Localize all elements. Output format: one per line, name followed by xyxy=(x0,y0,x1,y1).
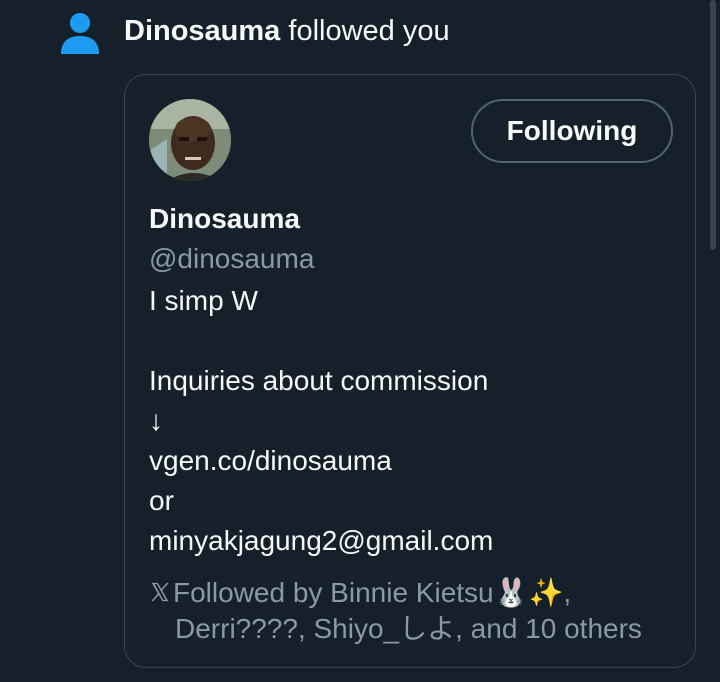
profile-bio: I simp W Inquiries about commission ↓ vg… xyxy=(149,281,679,561)
avatar-image xyxy=(149,99,231,181)
bio-line: or xyxy=(149,485,174,516)
followed-by[interactable]: Followed by Binnie Kietsu🐰✨, Derri????, … xyxy=(149,575,679,647)
bio-email: minyakjagung2@gmail.com xyxy=(149,525,494,556)
x-logo-icon xyxy=(151,582,169,602)
follow-notification[interactable]: Dinosauma followed you Following Dinosau… xyxy=(0,0,720,682)
notification-text: Dinosauma followed you xyxy=(124,12,450,50)
profile-display-name[interactable]: Dinosauma xyxy=(149,201,300,237)
bio-blank-line xyxy=(149,321,679,361)
bio-link[interactable]: vgen.co/dinosauma xyxy=(149,441,679,481)
bio-arrow: ↓ xyxy=(149,405,163,436)
profile-handle[interactable]: @dinosauma xyxy=(149,241,314,277)
avatar[interactable] xyxy=(149,99,231,181)
profile-card[interactable]: Following Dinosauma @dinosauma I simp W … xyxy=(124,74,696,668)
bio-line: I simp W xyxy=(149,285,258,316)
follower-name-link[interactable]: Dinosauma xyxy=(124,15,280,47)
person-icon xyxy=(61,13,99,54)
action-text: followed you xyxy=(280,15,450,47)
followed-by-text: Followed by Binnie Kietsu🐰✨, xyxy=(173,577,572,608)
followed-by-line-1: Followed by Binnie Kietsu🐰✨, xyxy=(149,575,679,611)
followed-by-line-2: Derri????, Shiyo_しよ, and 10 others xyxy=(175,613,642,644)
following-button[interactable]: Following xyxy=(471,99,673,163)
scrollbar[interactable] xyxy=(710,0,716,250)
bio-line: Inquiries about commission xyxy=(149,365,489,396)
